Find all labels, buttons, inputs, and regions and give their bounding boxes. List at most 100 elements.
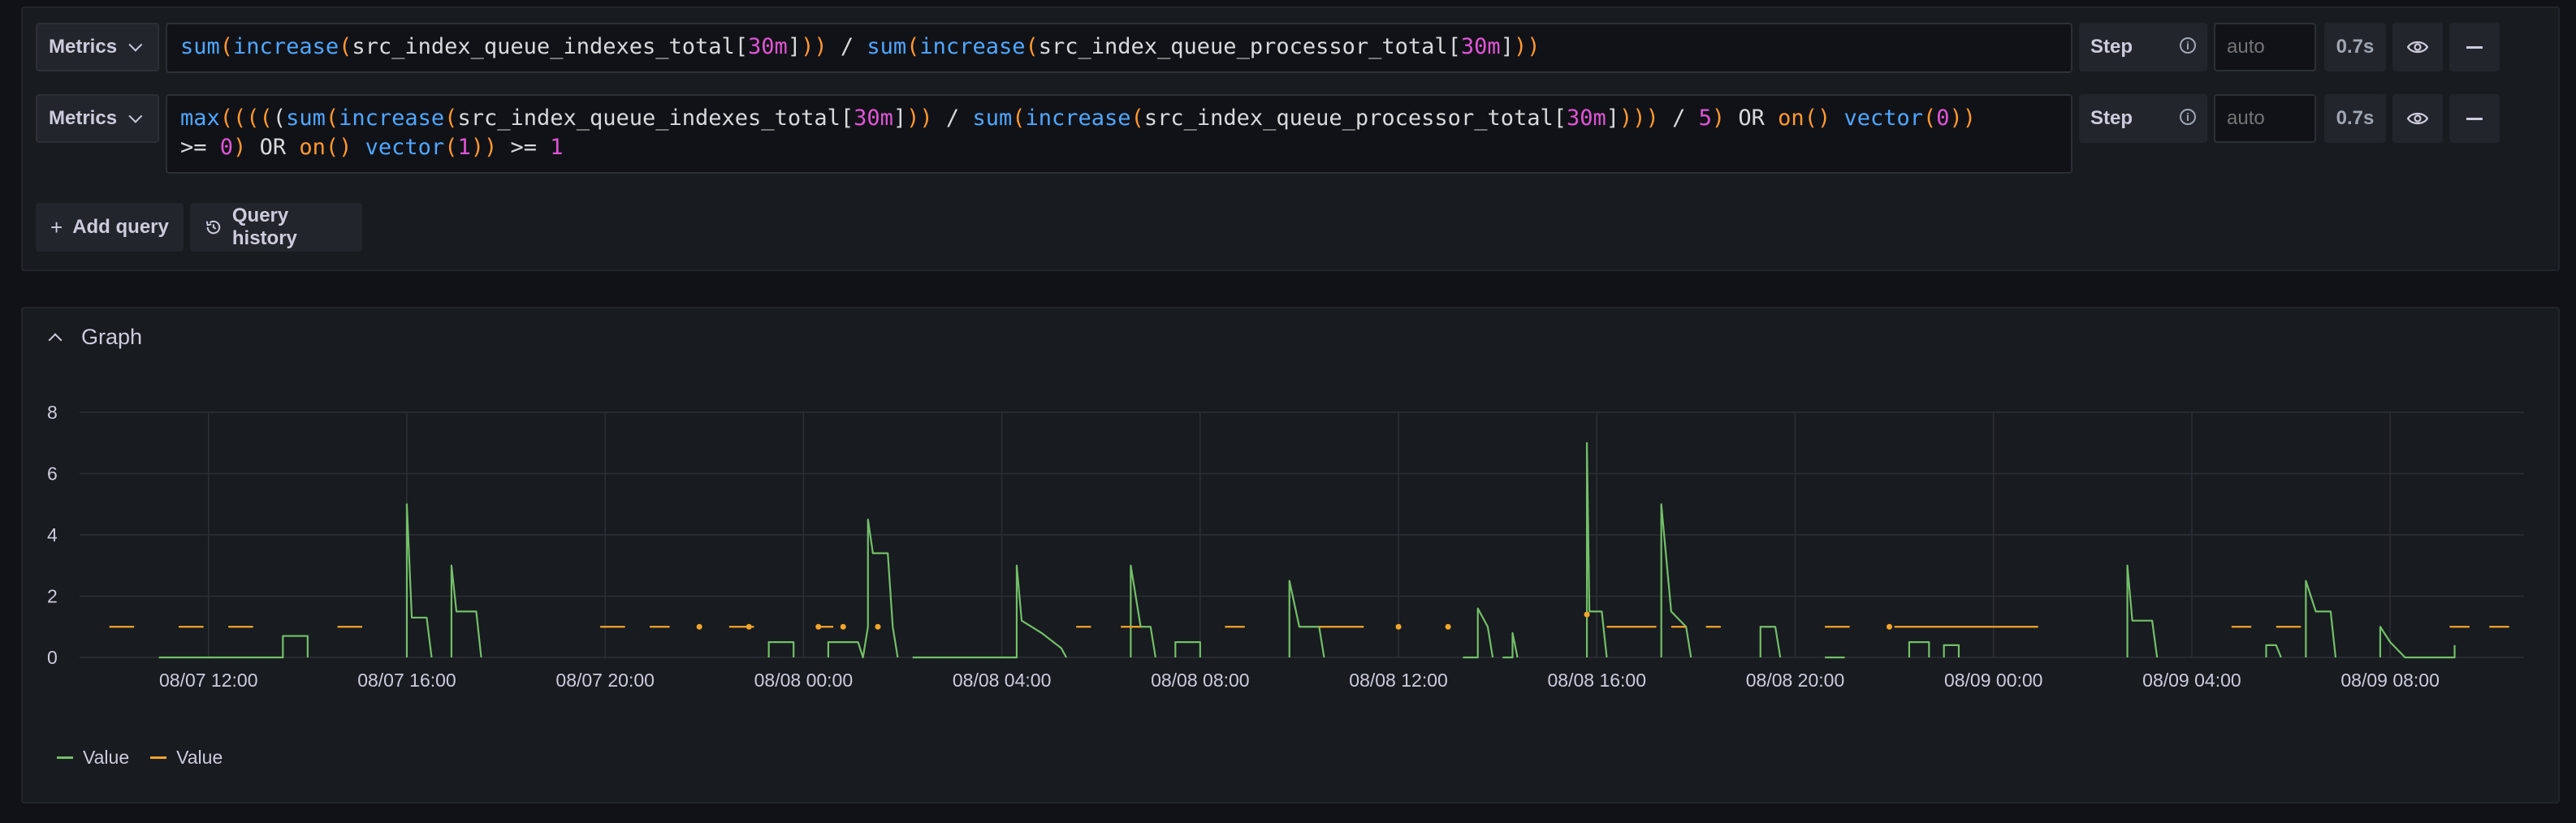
query-token: on xyxy=(1778,106,1804,131)
step-input[interactable] xyxy=(2214,94,2316,143)
x-tick-label: 08/09 00:00 xyxy=(1944,670,2043,691)
query-token: 30m xyxy=(1567,106,1606,131)
query-token: vector xyxy=(365,135,445,160)
query-token: / xyxy=(827,34,867,59)
query-token: )) xyxy=(801,34,828,59)
chart-legend: Value Value xyxy=(57,747,244,769)
metrics-browser-button[interactable]: Metrics xyxy=(36,23,159,71)
legend-label: Value xyxy=(83,747,130,768)
metrics-button-label: Metrics xyxy=(49,107,118,129)
plus-icon: + xyxy=(50,214,63,239)
chevron-down-icon xyxy=(128,109,143,123)
series-0-line xyxy=(2265,644,2282,658)
query-input[interactable]: max(((((sum(increase(src_index_queue_ind… xyxy=(166,94,2072,174)
query-token: src_index_queue_indexes_total xyxy=(352,34,735,59)
remove-query-button[interactable] xyxy=(2449,94,2500,143)
x-tick-label: 08/08 08:00 xyxy=(1151,670,1250,691)
hide-query-button[interactable] xyxy=(2392,23,2443,71)
query-token: increase xyxy=(233,34,339,59)
remove-query-button[interactable] xyxy=(2449,23,2500,71)
query-token: )) xyxy=(1949,106,1977,131)
query-token: ] xyxy=(1500,34,1514,59)
time-series-chart[interactable]: 0 2 4 6 8 08/07 12:00 08/07 16:00 08/07 20:00 08… xyxy=(23,308,2558,802)
y-tick-label: 8 xyxy=(47,402,58,423)
info-icon[interactable]: i xyxy=(2180,109,2196,125)
info-icon[interactable]: i xyxy=(2180,37,2196,54)
series-1-point xyxy=(696,623,702,630)
query-token: max xyxy=(180,106,220,131)
series-0-line xyxy=(2305,580,2337,658)
query-token: increase xyxy=(919,34,1026,59)
series-0-line xyxy=(158,635,309,659)
legend-item[interactable]: Value xyxy=(57,747,129,769)
query-token xyxy=(1830,106,1843,131)
query-token: [ xyxy=(1553,106,1567,131)
query-token: ( xyxy=(1012,106,1026,131)
query-token: ) xyxy=(233,135,247,160)
query-token: () xyxy=(1804,106,1831,131)
query-row-a: Metrics sum(increase(src_index_queue_ind… xyxy=(36,23,2545,73)
series-1-point xyxy=(1584,611,1590,618)
query-token: sum xyxy=(180,34,220,59)
x-tick-label: 08/07 20:00 xyxy=(555,670,655,691)
query-token: increase xyxy=(339,106,445,131)
add-query-button[interactable]: + Add query xyxy=(36,203,184,252)
query-token: ))) xyxy=(1619,106,1659,131)
series-0-line xyxy=(1908,641,1930,657)
query-token: 1 xyxy=(457,135,471,160)
y-tick-label: 6 xyxy=(47,463,58,485)
x-tick-label: 08/07 16:00 xyxy=(357,670,456,691)
metrics-browser-button[interactable]: Metrics xyxy=(36,94,159,143)
query-history-button[interactable]: Query history xyxy=(190,203,362,252)
y-tick-label: 4 xyxy=(47,524,58,545)
query-token: 0 xyxy=(219,135,234,160)
query-token: OR xyxy=(1725,106,1779,131)
query-token: ( xyxy=(1923,106,1937,131)
x-tick-label: 08/08 04:00 xyxy=(953,670,1052,691)
query-token: on xyxy=(299,135,326,160)
add-query-label: Add query xyxy=(72,216,169,238)
metrics-button-label: Metrics xyxy=(49,36,118,58)
query-token: >= xyxy=(180,135,220,160)
x-tick-label: 08/07 12:00 xyxy=(159,670,258,691)
query-token: sum xyxy=(867,34,907,59)
step-option: Step i xyxy=(2079,23,2207,71)
query-token: 0 xyxy=(1936,106,1950,131)
series-0-line xyxy=(1174,641,1201,657)
query-input[interactable]: sum(increase(src_index_queue_indexes_tot… xyxy=(166,23,2072,73)
query-token: ( xyxy=(1130,106,1144,131)
query-token: ( xyxy=(272,106,287,131)
x-tick-label: 08/09 08:00 xyxy=(2340,670,2440,691)
history-icon xyxy=(205,220,221,235)
query-token: 30m xyxy=(854,106,893,131)
legend-item[interactable]: Value xyxy=(150,747,223,769)
query-token: )) xyxy=(906,106,933,131)
series-0-line xyxy=(405,503,433,658)
series-0-line xyxy=(1463,607,1494,659)
query-token: sum xyxy=(286,106,326,131)
query-token: increase xyxy=(1025,106,1131,131)
query-token: () xyxy=(325,135,352,160)
query-token: [ xyxy=(840,106,854,131)
query-editor-panel: Metrics sum(increase(src_index_queue_ind… xyxy=(21,6,2560,271)
minus-icon xyxy=(2466,45,2483,49)
series-0-line xyxy=(827,519,899,659)
series-1-point xyxy=(1886,623,1892,630)
query-token: ( xyxy=(444,106,458,131)
step-input[interactable] xyxy=(2214,23,2316,71)
query-token: ] xyxy=(1606,106,1620,131)
query-token: 1 xyxy=(550,135,564,160)
chevron-down-icon xyxy=(128,37,143,52)
series-1-point xyxy=(746,623,752,630)
query-token: )) xyxy=(470,135,498,160)
hide-query-button[interactable] xyxy=(2392,94,2443,143)
step-label: Step xyxy=(2090,107,2133,129)
query-token: src_index_queue_processor_total xyxy=(1143,106,1554,131)
eye-icon xyxy=(2407,112,2428,125)
legend-swatch xyxy=(57,756,73,759)
series-1-point xyxy=(815,623,822,630)
eye-icon xyxy=(2407,41,2428,54)
y-tick-label: 2 xyxy=(47,586,58,607)
query-token: / xyxy=(932,106,973,131)
query-token: >= xyxy=(497,135,551,160)
